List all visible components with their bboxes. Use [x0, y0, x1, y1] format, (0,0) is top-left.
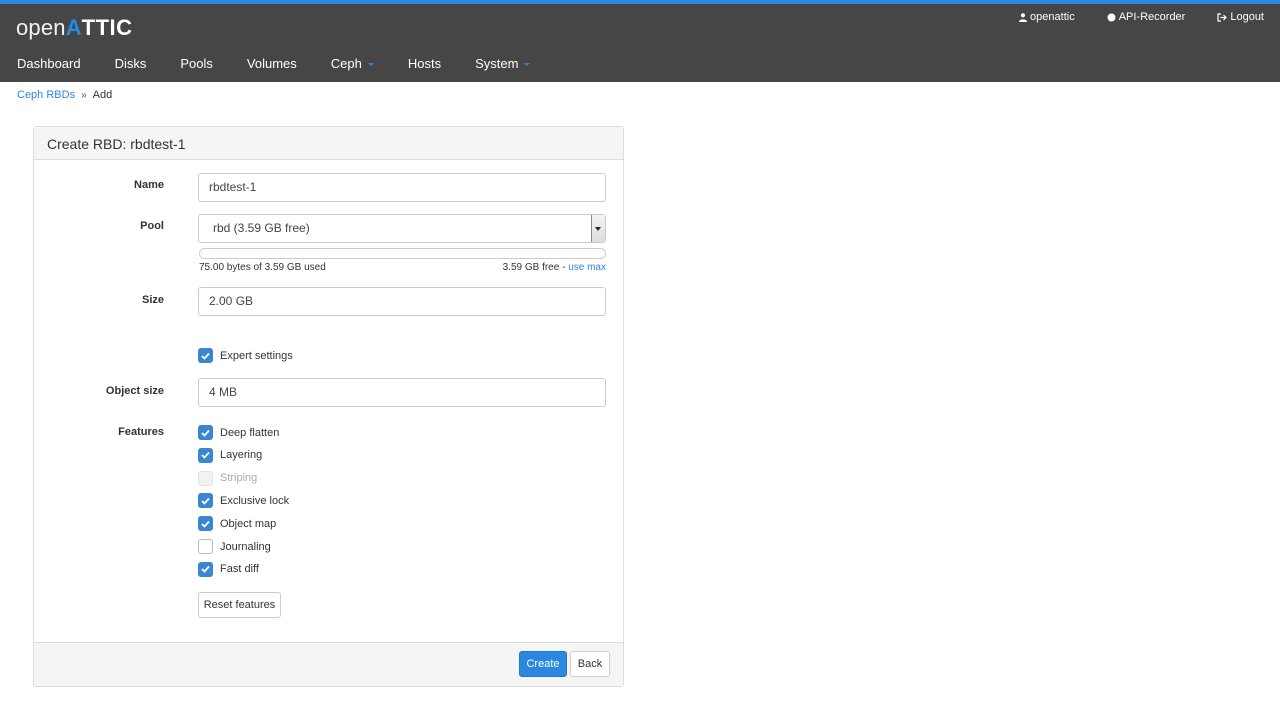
api-recorder-link[interactable]: API-Recorder — [1107, 11, 1186, 23]
nav-system-dropdown[interactable]: System — [458, 51, 547, 81]
checkmark-icon — [201, 566, 210, 574]
checkbox-box — [198, 470, 213, 486]
user-name: openattic — [1030, 11, 1075, 23]
nav-dashboard[interactable]: Dashboard — [0, 51, 98, 81]
pool-usage-bar — [199, 248, 606, 259]
user-icon — [1019, 12, 1028, 22]
object-size-label: Object size — [105, 385, 164, 397]
create-button[interactable]: Create — [519, 651, 567, 677]
panel-title: Create RBD: rbdtest-1 — [34, 127, 623, 160]
feature-checkbox-deep-flatten[interactable]: Deep flatten — [198, 425, 279, 440]
object-size-input[interactable]: 4 MB — [198, 378, 606, 407]
feature-checkbox-exclusive-lock[interactable]: Exclusive lock — [198, 493, 290, 509]
breadcrumb-current: Add — [92, 89, 113, 101]
pool-free-text: 3.59 GB free - — [502, 262, 569, 273]
pool-label: Pool — [140, 220, 164, 232]
caret-down-icon — [367, 63, 374, 66]
logo-text-open: open — [16, 15, 66, 40]
use-max-link[interactable]: use max — [568, 262, 606, 273]
dropdown-arrow-icon[interactable] — [591, 215, 605, 242]
main-nav: Dashboard Disks Pools Volumes Ceph Hosts… — [0, 51, 547, 81]
nav-pools[interactable]: Pools — [163, 51, 230, 81]
checkbox-box[interactable] — [198, 447, 213, 463]
checkmark-icon — [201, 452, 210, 460]
checkbox-box[interactable] — [198, 493, 213, 509]
feature-checkbox-fast-diff[interactable]: Fast diff — [198, 561, 259, 577]
feature-label: Fast diff — [220, 563, 259, 576]
breadcrumb-ceph-rbds[interactable]: Ceph RBDs — [17, 89, 75, 101]
feature-label: Layering — [220, 449, 263, 462]
size-label: Size — [141, 294, 164, 306]
checkbox-box[interactable] — [198, 425, 213, 440]
checkbox-box[interactable] — [198, 561, 213, 577]
logout-link[interactable]: Logout — [1217, 11, 1264, 23]
back-button[interactable]: Back — [570, 651, 610, 677]
feature-checkbox-object-map[interactable]: Object map — [198, 516, 277, 532]
user-menu-link[interactable]: openattic — [1019, 11, 1075, 23]
nav-volumes[interactable]: Volumes — [230, 51, 314, 81]
nav-label: Dashboard — [17, 56, 81, 71]
nav-label: Pools — [180, 56, 213, 71]
nav-label: Ceph — [330, 56, 362, 71]
size-input[interactable]: 2.00 GB — [198, 287, 606, 316]
logout-label: Logout — [1230, 11, 1264, 23]
pool-selected-value: rbd (3.59 GB free) — [213, 221, 310, 235]
expert-settings-checkbox[interactable]: Expert settings — [198, 348, 293, 363]
feature-label: Object map — [220, 517, 277, 530]
pool-free-info: 3.59 GB free - use max — [503, 262, 606, 273]
double-chevron-right-icon: » — [81, 89, 87, 101]
record-dot-icon — [1107, 13, 1116, 21]
nav-hosts[interactable]: Hosts — [391, 51, 458, 81]
navbar: openATTIC openattic API-Recorder Logout … — [0, 4, 1280, 82]
nav-label: System — [475, 56, 519, 71]
features-label: Features — [118, 426, 164, 438]
feature-checkbox-striping: Striping — [198, 470, 258, 486]
logout-icon — [1217, 12, 1228, 22]
nav-label: Hosts — [407, 56, 442, 71]
openattic-logo[interactable]: openATTIC — [16, 14, 133, 42]
nav-label: Disks — [114, 56, 147, 71]
name-label: Name — [134, 179, 164, 191]
create-rbd-panel: Create RBD: rbdtest-1 Name rbdtest-1 Poo… — [33, 126, 624, 687]
checkmark-icon — [201, 497, 210, 505]
logo-text-attic: TTIC — [81, 15, 133, 40]
feature-label: Deep flatten — [220, 426, 280, 439]
expert-settings-label: Expert settings — [220, 349, 293, 362]
pool-used-text: 75.00 bytes of 3.59 GB used — [199, 262, 326, 273]
feature-label: Journaling — [220, 540, 271, 553]
panel-footer: Create Back — [34, 642, 623, 686]
checkbox-box[interactable] — [198, 539, 213, 554]
api-recorder-label: API-Recorder — [1118, 11, 1186, 23]
feature-label: Striping — [220, 472, 258, 485]
nav-disks[interactable]: Disks — [98, 51, 164, 81]
checkbox-box[interactable] — [198, 516, 213, 532]
feature-checkbox-layering[interactable]: Layering — [198, 447, 263, 463]
breadcrumb: Ceph RBDs » Add — [17, 89, 112, 101]
nav-label: Volumes — [246, 56, 297, 71]
user-links: openattic API-Recorder Logout — [1019, 11, 1264, 23]
logo-a-mark: A — [65, 15, 82, 40]
caret-down-icon — [524, 63, 531, 66]
nav-ceph-dropdown[interactable]: Ceph — [314, 51, 391, 81]
name-input[interactable]: rbdtest-1 — [198, 173, 606, 202]
checkmark-icon — [201, 429, 210, 437]
feature-label: Exclusive lock — [220, 494, 290, 507]
feature-checkbox-journaling[interactable]: Journaling — [198, 539, 271, 554]
checkmark-icon — [201, 352, 210, 360]
checkmark-icon — [201, 520, 210, 528]
pool-select[interactable]: rbd (3.59 GB free) — [198, 214, 606, 243]
checkbox-box[interactable] — [198, 348, 213, 363]
reset-features-button[interactable]: Reset features — [198, 592, 281, 618]
